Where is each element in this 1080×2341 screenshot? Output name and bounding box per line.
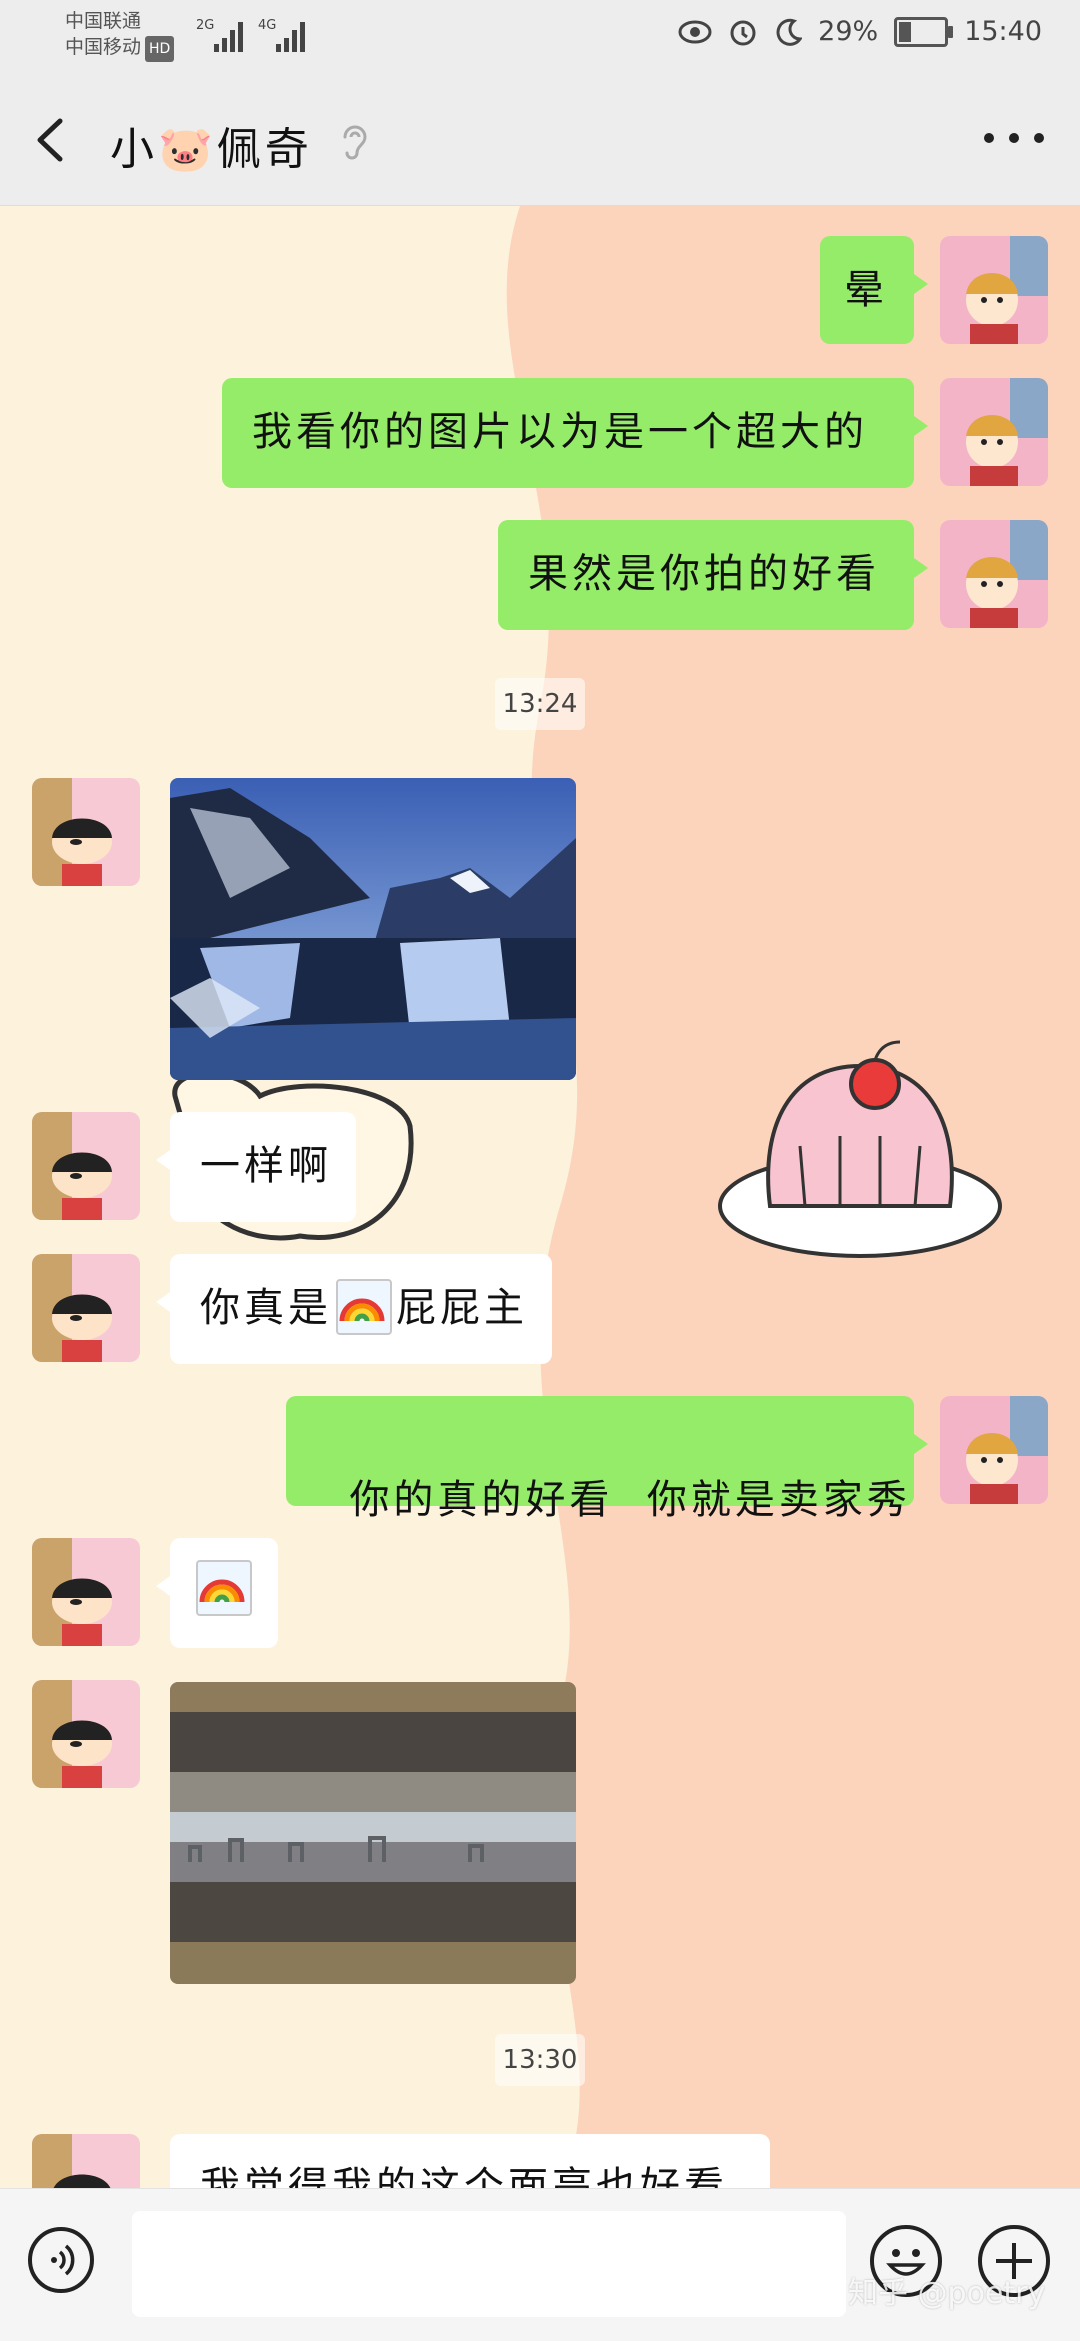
avatar-image (32, 2134, 140, 2188)
photo-city[interactable] (170, 1682, 576, 1984)
voice-button[interactable] (28, 2227, 94, 2293)
message-bubble-sent[interactable]: 果然是你拍的好看 (498, 520, 928, 630)
watermark: 知乎 @poetry (848, 2276, 1046, 2311)
my-avatar[interactable] (940, 1396, 1048, 1504)
avatar-image (32, 1680, 140, 1788)
my-avatar[interactable] (940, 236, 1048, 344)
carrier-1: 中国联通 (65, 10, 142, 32)
clock: 15:40 (964, 16, 1042, 47)
message-bubble-sent[interactable]: 我看你的图片以为是一个超大的 (222, 378, 928, 488)
voice-icon (51, 2244, 75, 2276)
hd-badge: HD (145, 36, 175, 62)
timestamp: 13:30 (495, 2034, 585, 2086)
avatar-image (940, 236, 1048, 344)
battery-percent: 29% (818, 16, 879, 47)
battery-icon (894, 16, 954, 47)
signal-2-icon (276, 20, 312, 52)
message-bubble-sent[interactable]: 你的真的好看 你就是卖家秀 (286, 1396, 928, 1523)
friend-avatar[interactable] (32, 778, 140, 886)
friend-avatar[interactable] (32, 1680, 140, 1788)
avatar-image (32, 1538, 140, 1646)
message-bubble-sent[interactable]: 晕 (820, 236, 928, 344)
more-options-button[interactable] (984, 133, 1044, 147)
message-text-part: 屁屁主 (396, 1285, 528, 1331)
waterfall-image (170, 778, 576, 1080)
friend-avatar[interactable] (32, 1254, 140, 1362)
timestamp: 13:24 (495, 678, 585, 730)
eye-icon (678, 20, 712, 43)
friend-avatar[interactable] (32, 2134, 140, 2188)
rainbow-emoji-icon (336, 1279, 392, 1335)
message-text: 一样啊 (200, 1143, 332, 1189)
signal-1-label: 2G (196, 18, 215, 33)
signal-2-label: 4G (258, 18, 277, 33)
carrier-info: 中国联通 中国移动 HD (65, 8, 175, 62)
city-image (170, 1682, 576, 1984)
message-text: 你的真的好看 你就是卖家秀 (349, 1477, 911, 1523)
avatar-image (32, 1254, 140, 1362)
message-text: 我看你的图片以为是一个超大的 (252, 409, 868, 455)
my-avatar[interactable] (940, 520, 1048, 628)
message-bubble-received[interactable]: 一样啊 (156, 1112, 356, 1222)
message-input[interactable] (132, 2211, 846, 2317)
chat-header: 小🐷佩奇 (0, 75, 1080, 206)
moon-icon (776, 18, 803, 46)
avatar-image (940, 520, 1048, 628)
status-right: 29% 15:40 (678, 16, 1042, 47)
avatar-image (940, 378, 1048, 486)
message-bubble-received[interactable] (156, 1538, 278, 1648)
avatar-image (940, 1396, 1048, 1504)
input-bar (0, 2188, 1080, 2341)
back-arrow-icon[interactable] (30, 115, 70, 165)
message-text: 晕 (844, 267, 888, 313)
alarm-icon (730, 20, 756, 45)
message-text: 我觉得我的这个面亮也好看 (200, 2164, 728, 2188)
message-text-part: 你真是 (200, 1285, 332, 1331)
message-bubble-received[interactable]: 我觉得我的这个面亮也好看 (170, 2134, 770, 2188)
avatar-image (32, 778, 140, 886)
photo-waterfall[interactable] (170, 778, 576, 1080)
signal-1-icon (214, 20, 250, 52)
ear-icon (343, 125, 367, 160)
avatar-image (32, 1112, 140, 1220)
message-bubble-received[interactable]: 你真是 屁屁主 (156, 1254, 552, 1364)
my-avatar[interactable] (940, 378, 1048, 486)
rainbow-emoji-icon (196, 1560, 252, 1616)
status-bar: 中国联通 中国移动 HD 2G 4G 29% 15:40 (0, 0, 1080, 75)
message-text: 果然是你拍的好看 (528, 551, 880, 597)
friend-avatar[interactable] (32, 1112, 140, 1220)
carrier-2: 中国移动 (65, 36, 142, 58)
friend-avatar[interactable] (32, 1538, 140, 1646)
chat-title: 小🐷佩奇 (110, 124, 313, 175)
